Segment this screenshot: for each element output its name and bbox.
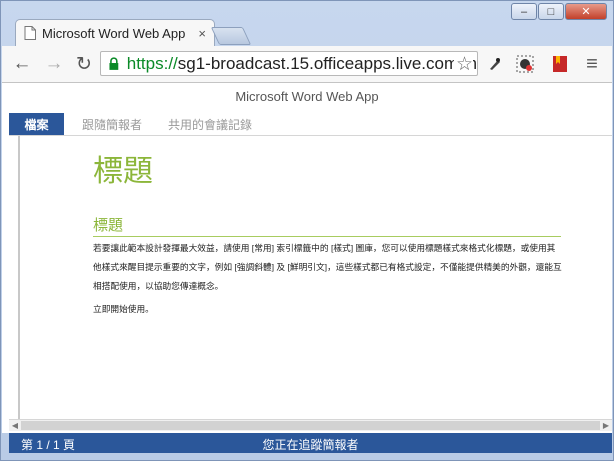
star-icon[interactable]: ☆	[453, 53, 473, 75]
browser-window: – □ ✕ Microsoft Word Web App × ← → ↻ htt…	[0, 0, 614, 461]
follow-status: 您正在追蹤簡報者	[262, 438, 359, 452]
url-host: sg1-broadcast.15.officeapps.live.com/m	[177, 53, 477, 73]
body-paragraph: 立即開始使用。	[93, 304, 154, 314]
document-title: 標題	[93, 154, 153, 189]
bookmark-icon[interactable]	[551, 55, 569, 73]
menu-icon[interactable]: ≡	[580, 52, 604, 76]
tab-file[interactable]: 檔案	[9, 113, 64, 135]
close-window-button[interactable]: ✕	[565, 3, 607, 20]
browser-tab[interactable]: Microsoft Word Web App ×	[15, 19, 215, 46]
heading-underline	[93, 236, 561, 237]
close-tab-icon[interactable]: ×	[198, 26, 206, 41]
reload-button[interactable]: ↻	[72, 52, 96, 76]
new-tab-button[interactable]	[210, 27, 252, 45]
app-title: Microsoft Word Web App	[235, 89, 379, 104]
url-scheme: https://	[126, 53, 178, 73]
body-paragraph: 若要讓此範本設計發揮最大效益，請使用 [常用] 索引標籤中的 [樣式] 圖庫，您…	[93, 243, 562, 291]
scroll-right-icon[interactable]: ▶	[600, 420, 612, 431]
page-count: 第 1 / 1 頁	[21, 438, 76, 452]
page-icon	[24, 26, 36, 40]
web-page: Microsoft Word Web App 檔案 跟隨簡報者 共用的會議記錄 …	[2, 83, 612, 433]
tab-title: Microsoft Word Web App	[42, 25, 186, 41]
document-body: 若要讓此範本設計發揮最大效益，請使用 [常用] 索引標籤中的 [樣式] 圖庫，您…	[93, 239, 563, 323]
minimize-button[interactable]: –	[511, 3, 537, 20]
tab-follow-presenter[interactable]: 跟隨簡報者	[82, 113, 142, 135]
evernote-icon[interactable]	[516, 55, 534, 73]
tab-shared-notes[interactable]: 共用的會議記錄	[168, 113, 252, 135]
caption-buttons: – □ ✕	[511, 3, 607, 20]
maximize-button[interactable]: □	[538, 3, 564, 20]
document-heading: 標題	[93, 217, 124, 234]
document-canvas: 標題 標題 若要讓此範本設計發揮最大效益，請使用 [常用] 索引標籤中的 [樣式…	[9, 136, 612, 433]
horizontal-scrollbar[interactable]: ◀ ▶	[9, 419, 612, 431]
forward-button[interactable]: →	[42, 52, 66, 76]
scroll-left-icon[interactable]: ◀	[9, 420, 21, 431]
url-text: https://sg1-broadcast.15.officeapps.live…	[127, 54, 477, 74]
back-button[interactable]: ←	[10, 52, 34, 76]
status-bar: 您正在追蹤簡報者 第 1 / 1 頁	[9, 433, 612, 453]
browser-toolbar: ← → ↻ https://sg1-broadcast.15.officeapp…	[2, 46, 612, 83]
ribbon-tabs: 檔案 跟隨簡報者 共用的會議記錄	[9, 113, 612, 135]
address-bar[interactable]: https://sg1-broadcast.15.officeapps.live…	[100, 51, 478, 76]
document-margin-line	[18, 136, 20, 419]
lock-icon	[109, 56, 119, 70]
pen-icon[interactable]	[486, 55, 504, 73]
scrollbar-thumb[interactable]	[21, 421, 600, 430]
